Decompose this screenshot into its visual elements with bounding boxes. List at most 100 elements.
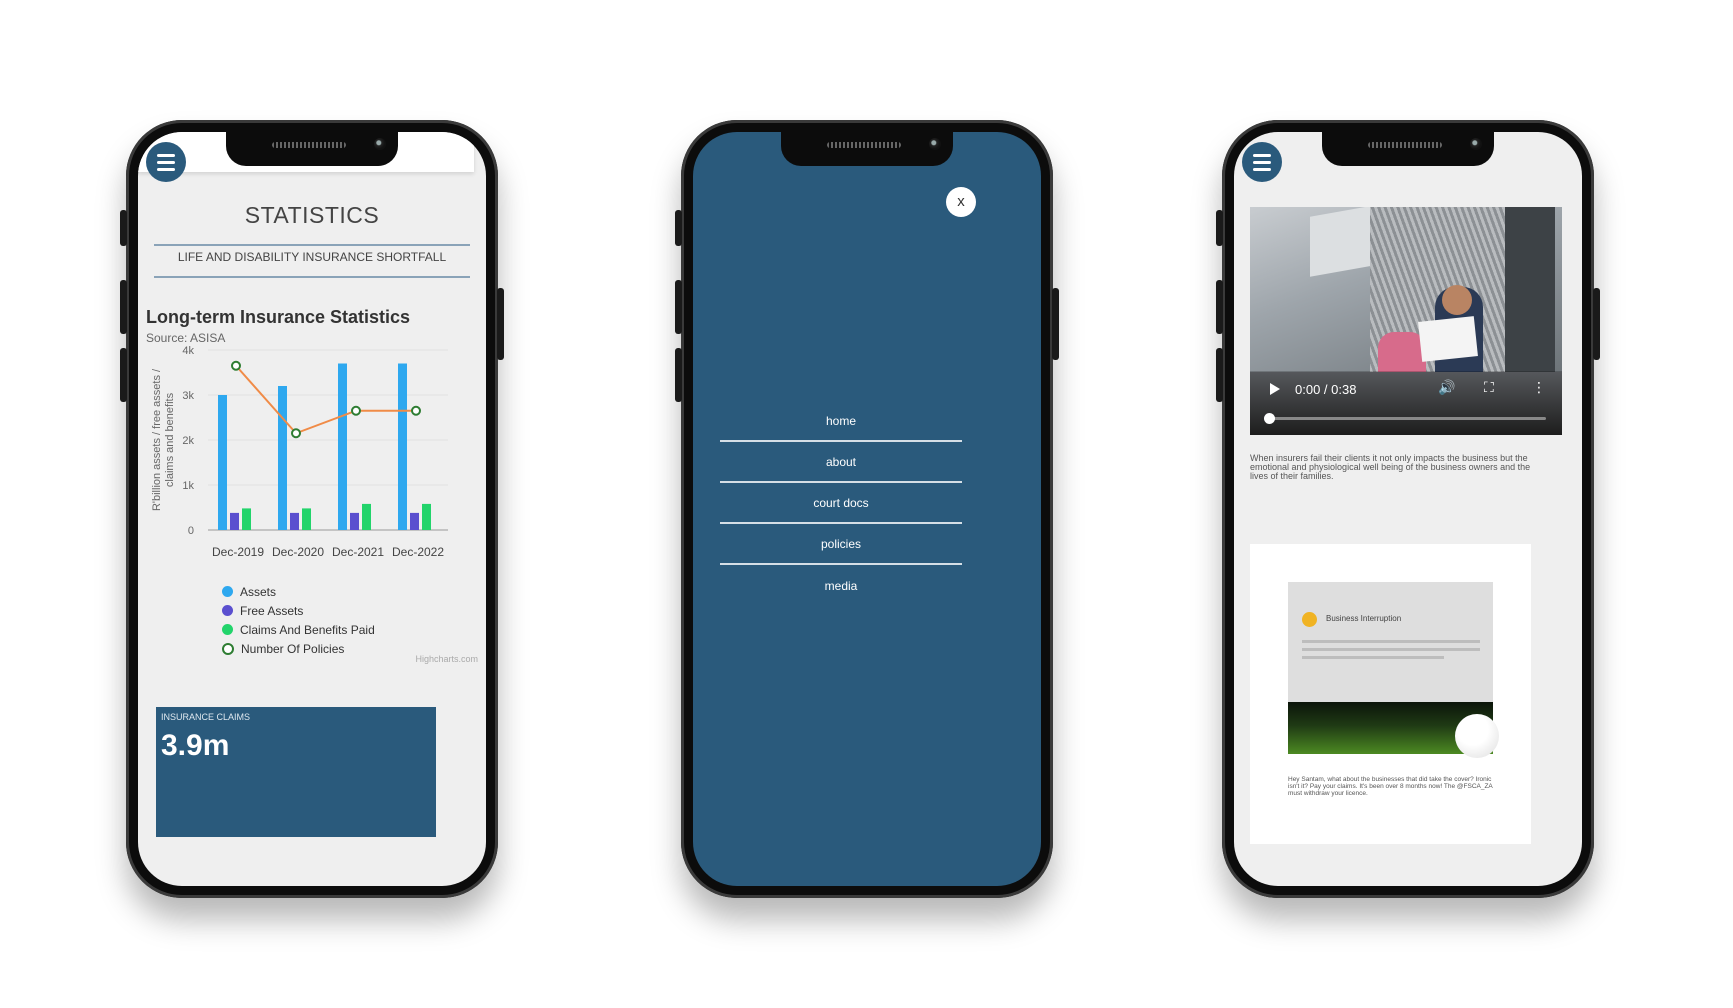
video-scrubber-handle[interactable] (1264, 413, 1275, 424)
bar-claims-and-benefits-paid (242, 508, 251, 530)
line-point (231, 360, 241, 371)
x-tick-label: Dec-2021 (332, 545, 384, 559)
phone-screen: STATISTICS LIFE AND DISABILITY INSURANCE… (138, 132, 486, 886)
golf-ball (1455, 714, 1499, 758)
legend-item[interactable]: Assets (222, 582, 375, 601)
notch (781, 132, 953, 166)
phone-screen: x home about court docs policies media (693, 132, 1041, 886)
side-button (1216, 280, 1223, 334)
front-camera (374, 138, 386, 150)
video-player[interactable]: 0:00 / 0:38 🔊 ⛶ ⋮ (1250, 207, 1562, 435)
nav-item-policies[interactable]: policies (720, 525, 962, 565)
phone-media: 0:00 / 0:38 🔊 ⛶ ⋮ When insurers fail the… (1216, 120, 1600, 898)
side-button (675, 348, 682, 402)
side-button (120, 348, 127, 402)
hamburger-menu-icon[interactable] (146, 142, 186, 182)
card-title: Business Interruption (1326, 614, 1402, 623)
legend-item[interactable]: Free Assets (222, 601, 375, 620)
nav-item-home[interactable]: home (720, 402, 962, 442)
speaker-grille (827, 142, 901, 148)
side-button (120, 210, 127, 246)
close-icon[interactable]: x (946, 187, 976, 217)
page-subtitle: LIFE AND DISABILITY INSURANCE SHORTFALL (177, 250, 447, 264)
front-camera (1470, 138, 1482, 150)
fullscreen-icon[interactable]: ⛶ (1484, 379, 1494, 396)
nav-item-about[interactable]: about (720, 443, 962, 483)
volume-icon[interactable]: 🔊 (1438, 379, 1455, 396)
bar-assets (398, 363, 407, 530)
y-tick-label: 0 (188, 525, 194, 537)
page-title: STATISTICS (244, 202, 380, 228)
embedded-post[interactable]: Business Interruption Hey Santam, what a… (1250, 544, 1531, 844)
phone-screen: 0:00 / 0:38 🔊 ⛶ ⋮ When insurers fail the… (1234, 132, 1582, 886)
chart-legend: Assets Free Assets Claims And Benefits Pai… (222, 582, 375, 658)
bar-claims-and-benefits-paid (362, 503, 371, 530)
line-point (351, 405, 361, 416)
legend-item[interactable]: Number Of Policies (222, 639, 375, 658)
side-button (1216, 210, 1223, 246)
legend-label: Claims And Benefits Paid (240, 622, 375, 637)
video-controls-bar (1250, 371, 1562, 435)
bar-assets (338, 363, 347, 530)
line-point (291, 428, 301, 439)
legend-swatch (222, 642, 234, 655)
x-tick-label: Dec-2020 (272, 545, 324, 559)
nav-menu: home about court docs policies media (720, 402, 962, 607)
claims-label: INSURANCE CLAIMS (161, 712, 251, 722)
nav-item-court-docs[interactable]: court docs (720, 484, 962, 524)
y-tick-label: 2k (182, 435, 194, 447)
line-number-of-policies (235, 365, 416, 435)
speaker-grille (1368, 142, 1442, 148)
video-time: 0:00 / 0:38 (1295, 382, 1357, 397)
more-vert-icon[interactable]: ⋮ (1532, 379, 1546, 396)
golf-course-image (1288, 702, 1499, 758)
bar-free-assets (350, 512, 359, 530)
side-button (675, 210, 682, 246)
media-description: When insurers fail their clients it not … (1250, 453, 1531, 481)
line-point (411, 405, 421, 416)
side-button (120, 280, 127, 334)
speaker-grille (272, 142, 346, 148)
chart-credits[interactable]: Highcharts.com (415, 654, 478, 664)
insurance-claims-card: INSURANCE CLAIMS 3.9m (156, 707, 436, 837)
embedded-card: Business Interruption (1288, 582, 1499, 758)
bar-assets (278, 386, 287, 530)
card-text-lines (1302, 640, 1480, 664)
bar-claims-and-benefits-paid (302, 508, 311, 530)
bar-free-assets (290, 512, 299, 530)
side-button (1052, 288, 1059, 360)
y-tick-label: 4k (182, 345, 194, 357)
legend-item[interactable]: Claims And Benefits Paid (222, 620, 375, 639)
notch (226, 132, 398, 166)
legend-label: Assets (240, 584, 277, 599)
legend-label: Number Of Policies (241, 641, 345, 656)
side-button (1216, 348, 1223, 402)
video-progress-track[interactable] (1268, 417, 1546, 420)
divider (154, 244, 470, 246)
chart-title: Long-term Insurance Statistics (146, 307, 411, 327)
nav-item-media[interactable]: media (720, 566, 962, 606)
x-tick-label: Dec-2019 (212, 545, 264, 559)
bar-assets (218, 395, 227, 530)
bar-claims-and-benefits-paid (422, 503, 431, 530)
side-button (1593, 288, 1600, 360)
phone-statistics: STATISTICS LIFE AND DISABILITY INSURANCE… (120, 120, 504, 898)
legend-swatch (222, 586, 233, 597)
protest-sign (1418, 316, 1478, 362)
legend-label: Free Assets (240, 603, 304, 618)
bar-free-assets (410, 512, 419, 530)
phone-navigation: x home about court docs policies media (675, 120, 1059, 898)
legend-swatch (222, 624, 233, 635)
claims-value: 3.9m (161, 729, 230, 762)
y-tick-label: 1k (182, 480, 194, 492)
hamburger-menu-icon[interactable] (1242, 142, 1282, 182)
front-camera (929, 138, 941, 150)
divider (154, 276, 470, 278)
umbrella-icon (1302, 612, 1317, 627)
play-icon[interactable] (1270, 383, 1280, 395)
side-button (675, 280, 682, 334)
bar-free-assets (230, 512, 239, 530)
building-pillar (1505, 207, 1555, 372)
protester-head (1442, 285, 1472, 315)
x-tick-label: Dec-2022 (392, 545, 444, 559)
